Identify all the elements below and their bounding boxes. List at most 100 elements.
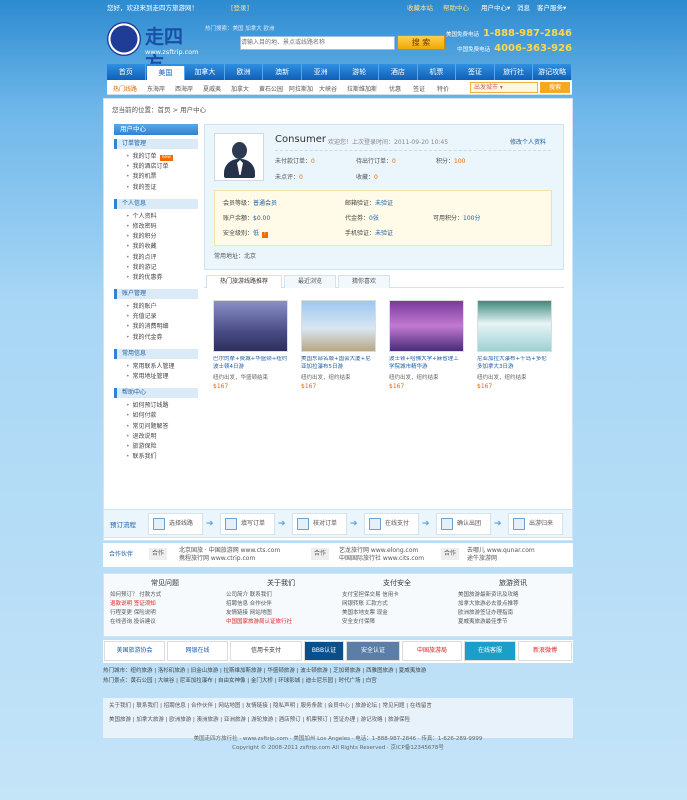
stat-unpaid[interactable]: 未付款订单：0: [275, 156, 315, 165]
edit-profile-link[interactable]: 修改个人资料: [510, 137, 546, 146]
email-verify[interactable]: 邮箱验证：未验证: [345, 198, 393, 207]
help-link[interactable]: 在线咨询 投诉建议: [110, 618, 220, 627]
product-title[interactable]: 美国东部名城+国会大厦+尼亚加拉瀑布5日游: [301, 356, 376, 372]
logo-creditcard[interactable]: 信用卡支付: [230, 641, 302, 661]
product-image[interactable]: [477, 300, 552, 352]
logo-bbb[interactable]: BBB认证: [304, 641, 344, 661]
nav-item[interactable]: 签证: [456, 64, 495, 80]
nav-item[interactable]: 欧洲: [225, 64, 264, 80]
sidebar-item[interactable]: 我的机票: [126, 172, 198, 182]
service-dropdown[interactable]: 客户服务▾: [537, 2, 566, 12]
subnav-item[interactable]: 特价: [437, 84, 449, 93]
search-input[interactable]: [240, 36, 395, 50]
subnav-item[interactable]: 热门线路: [113, 84, 137, 93]
logo-netbank[interactable]: 网银在线: [167, 641, 228, 661]
sidebar-item[interactable]: 充值记录: [126, 312, 198, 322]
weibo-icon[interactable]: 新浪微博: [518, 641, 572, 661]
help-link[interactable]: 美国旅游最新资讯及攻略: [458, 591, 568, 600]
nav-item-active[interactable]: 美国: [146, 66, 186, 80]
logo-security[interactable]: 安全认证: [346, 641, 400, 661]
partner-link[interactable]: 艺龙旅行网 www.elong.com 中国国际旅行社 www.cits.com: [339, 547, 424, 563]
help-link[interactable]: 支付宝担保交易 信用卡: [342, 591, 452, 600]
help-link[interactable]: 如何预订？ 付款方式: [110, 591, 220, 600]
product-image[interactable]: [213, 300, 288, 352]
section-title[interactable]: 帮助中心: [114, 388, 198, 399]
logo-association[interactable]: 美国旅游协会: [104, 641, 165, 661]
subnav-item[interactable]: 签证: [413, 84, 425, 93]
nav-item[interactable]: 旅行社: [495, 64, 534, 80]
subnav-item[interactable]: 东海岸: [147, 84, 165, 93]
nav-item[interactable]: 澳新: [263, 64, 302, 80]
sidebar-item[interactable]: 我的账户: [126, 302, 198, 312]
favorite-link[interactable]: 收藏本站: [407, 2, 433, 12]
footer-row[interactable]: 关于我们 | 联系我们 | 招聘信息 | 合作伙伴 | 网站地图 | 友情链接 …: [103, 698, 573, 714]
help-link[interactable]: 行程变更 保险说明: [110, 609, 220, 618]
sidebar-item[interactable]: 旅游保险: [126, 442, 198, 452]
product-card[interactable]: 波士顿+哈佛大学+麻省理工学院城市精华游 纽约出发，纽约结束 $167: [389, 300, 464, 390]
hot-search[interactable]: 热门搜索：美国 加拿大 欧洲: [205, 24, 275, 32]
sidebar-item[interactable]: 我的积分: [126, 232, 198, 242]
nav-item[interactable]: 机票: [418, 64, 457, 80]
sidebar-item[interactable]: 退改说明: [126, 432, 198, 442]
partner-link[interactable]: 北京国旅 · 中国旅游网 www.cts.com 携程旅行网 www.ctrip.…: [179, 547, 280, 563]
sidebar-item[interactable]: 我的消费明细: [126, 322, 198, 332]
subnav-item[interactable]: 拉斯维加斯: [347, 84, 377, 93]
stat-review[interactable]: 未点评：0: [275, 172, 303, 181]
help-link[interactable]: 中国国家旅游局认证旅行社: [226, 618, 336, 627]
product-title[interactable]: 尼亚加拉大瀑布+千岛+多伦多加拿大3日游: [477, 356, 552, 372]
departure-select[interactable]: 出发城市 ▾: [470, 82, 538, 93]
user-center-dropdown[interactable]: 用户中心▾: [481, 2, 510, 12]
help-link[interactable]: 退款说明 签证须知: [110, 600, 220, 609]
sidebar-item[interactable]: 我的游记: [126, 263, 198, 273]
link-row[interactable]: 热门景点：黄石公园 | 大峡谷 | 尼亚加拉瀑布 | 自由女神像 | 金门大桥 …: [103, 676, 573, 686]
help-link[interactable]: 友情链接 网站地图: [226, 609, 336, 618]
subnav-item[interactable]: 大峡谷: [319, 84, 337, 93]
subnav-item[interactable]: 黄石公园: [259, 84, 283, 93]
tab-hot[interactable]: 热门旅游线路推荐: [206, 275, 282, 288]
subnav-item[interactable]: 加拿大: [231, 84, 249, 93]
product-card[interactable]: 美国东部名城+国会大厦+尼亚加拉瀑布5日游 纽约出发，纽约结束 $167: [301, 300, 376, 390]
sidebar-item[interactable]: 修改密码: [126, 222, 198, 232]
sidebar-item[interactable]: 我的酒店订单: [126, 162, 198, 172]
help-link[interactable]: 美国本地支票 现金: [342, 609, 452, 618]
sidebar-item[interactable]: 个人资料: [126, 212, 198, 222]
tab-guess[interactable]: 猜你喜欢: [338, 275, 390, 288]
help-link[interactable]: 公司简介 联系我们: [226, 591, 336, 600]
logo-service[interactable]: 在线客服: [464, 641, 516, 661]
phone-verify[interactable]: 手机验证：未验证: [345, 228, 393, 237]
section-title[interactable]: 订单管理: [114, 139, 198, 149]
sidebar-item[interactable]: 常用地址管理: [126, 372, 198, 382]
help-link[interactable]: 招聘信息 合作伙伴: [226, 600, 336, 609]
nav-item[interactable]: 首页: [107, 64, 146, 80]
sidebar-item[interactable]: 我的签证: [126, 183, 198, 193]
site-logo[interactable]: 走四方 www.zsftrip.com: [105, 20, 201, 75]
product-title[interactable]: 波士顿+哈佛大学+麻省理工学院城市精华游: [389, 356, 464, 372]
nav-item[interactable]: 游轮: [340, 64, 380, 80]
stat-points[interactable]: 积分：100: [436, 156, 465, 165]
sidebar-item[interactable]: 联系我们: [126, 452, 198, 462]
nav-item[interactable]: 加拿大: [186, 64, 225, 80]
sidebar-item[interactable]: 常用联系人管理: [126, 362, 198, 372]
nav-item[interactable]: 酒店: [379, 64, 418, 80]
help-link[interactable]: 加拿大旅游必去景点推荐: [458, 600, 568, 609]
section-title[interactable]: 个人信息: [114, 198, 198, 209]
help-link[interactable]: 安全支付保障: [342, 618, 452, 627]
trip-search-button[interactable]: 搜索: [540, 82, 570, 93]
link-row[interactable]: 热门城市：纽约旅游 | 洛杉矶旅游 | 旧金山旅游 | 拉斯维加斯旅游 | 华盛…: [103, 666, 573, 676]
nav-item[interactable]: 亚洲: [302, 64, 341, 80]
voucher[interactable]: 代金券：0张: [345, 213, 379, 222]
stat-fav[interactable]: 收藏：0: [356, 172, 378, 181]
subnav-item[interactable]: 优惠: [389, 84, 401, 93]
subnav-item[interactable]: 夏威夷: [203, 84, 221, 93]
product-title[interactable]: 巴尔的摩+费城+华盛顿+纽约波士顿4日游: [213, 356, 288, 372]
stat-pending[interactable]: 待出行订单：0: [356, 156, 396, 165]
login-link[interactable]: [登录]: [231, 2, 249, 12]
sidebar-item[interactable]: 我的点评: [126, 253, 198, 263]
message-link[interactable]: 消息: [517, 2, 530, 12]
nav-item[interactable]: 游记攻略: [533, 64, 572, 80]
help-link[interactable]: 夏威夷旅游最佳季节: [458, 618, 568, 627]
sidebar-item[interactable]: 我的收藏: [126, 242, 198, 252]
subnav-item[interactable]: 阿拉斯加: [289, 84, 313, 93]
help-link[interactable]: 欧洲旅游签证办理指南: [458, 609, 568, 618]
section-title[interactable]: 账户管理: [114, 289, 198, 300]
